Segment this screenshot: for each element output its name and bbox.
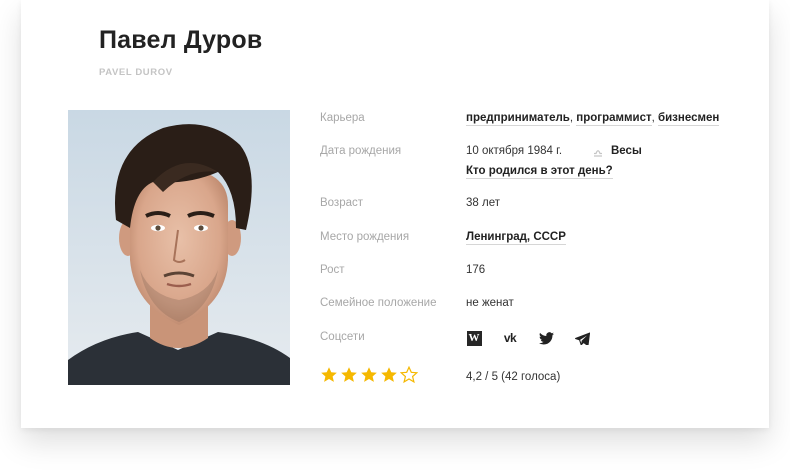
career-link-entrepreneur[interactable]: предприниматель [466,112,570,126]
rating-stars [320,366,420,384]
twitter-icon [538,331,554,345]
zodiac-link[interactable]: Весы [611,145,642,158]
birth-date-value: 10 октября 1984 г. [466,145,563,157]
telegram-icon [574,331,590,345]
height-label: Рост [320,264,345,276]
birthplace-label: Место рождения [320,231,410,243]
libra-icon [593,147,603,157]
zodiac: Весы [593,145,642,158]
star-filled-icon[interactable] [320,366,338,384]
height-value: 176 [466,264,486,276]
vk-link[interactable]: vk [502,330,518,346]
star-filled-icon[interactable] [380,366,398,384]
birth-date-label: Дата рождения [320,145,402,157]
career-link-programmer[interactable]: программист [576,112,652,126]
person-latin-name: PAVEL DUROV [99,67,173,78]
same-day-value: Кто родился в этот день? [466,165,613,179]
star-empty-icon[interactable] [400,366,418,384]
rating-summary: 4,2 / 5 (42 голоса) [466,371,561,383]
age-label: Возраст [320,197,364,209]
career-label: Карьера [320,112,365,124]
marital-status-value: не женат [466,297,514,309]
twitter-link[interactable] [538,330,554,346]
person-photo [68,110,290,385]
socials-label: Соцсети [320,331,365,343]
vk-icon: vk [503,331,517,345]
birthplace-link[interactable]: Ленинград, СССР [466,231,566,245]
wikipedia-link[interactable]: W [466,330,482,346]
born-same-day-link[interactable]: Кто родился в этот день? [466,165,613,179]
career-value: предприниматель, программист, бизнесмен [466,112,720,126]
star-filled-icon[interactable] [340,366,358,384]
marital-status-label: Семейное положение [320,297,437,309]
star-filled-icon[interactable] [360,366,378,384]
age-value: 38 лет [466,197,500,209]
career-link-businessman[interactable]: бизнесмен [658,112,720,126]
social-links: W vk [466,330,610,346]
person-name: Павел Дуров [99,26,263,54]
wikipedia-icon: W [466,330,482,346]
profile-card: Павел Дуров PAVEL DUROV Карьера предприн… [21,0,769,428]
birthplace-value: Ленинград, СССР [466,231,566,245]
telegram-link[interactable] [574,330,590,346]
